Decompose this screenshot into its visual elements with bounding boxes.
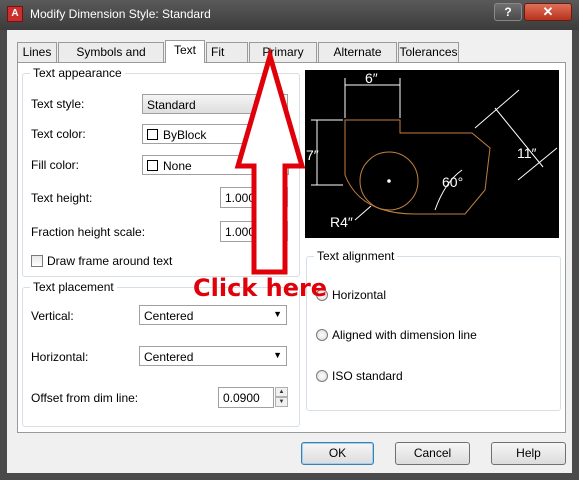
click-here-annotation: Click here: [193, 274, 328, 302]
dialog-window: A Modify Dimension Style: Standard ? ✕ L…: [0, 0, 579, 480]
annotation-arrow-icon: [234, 47, 306, 275]
